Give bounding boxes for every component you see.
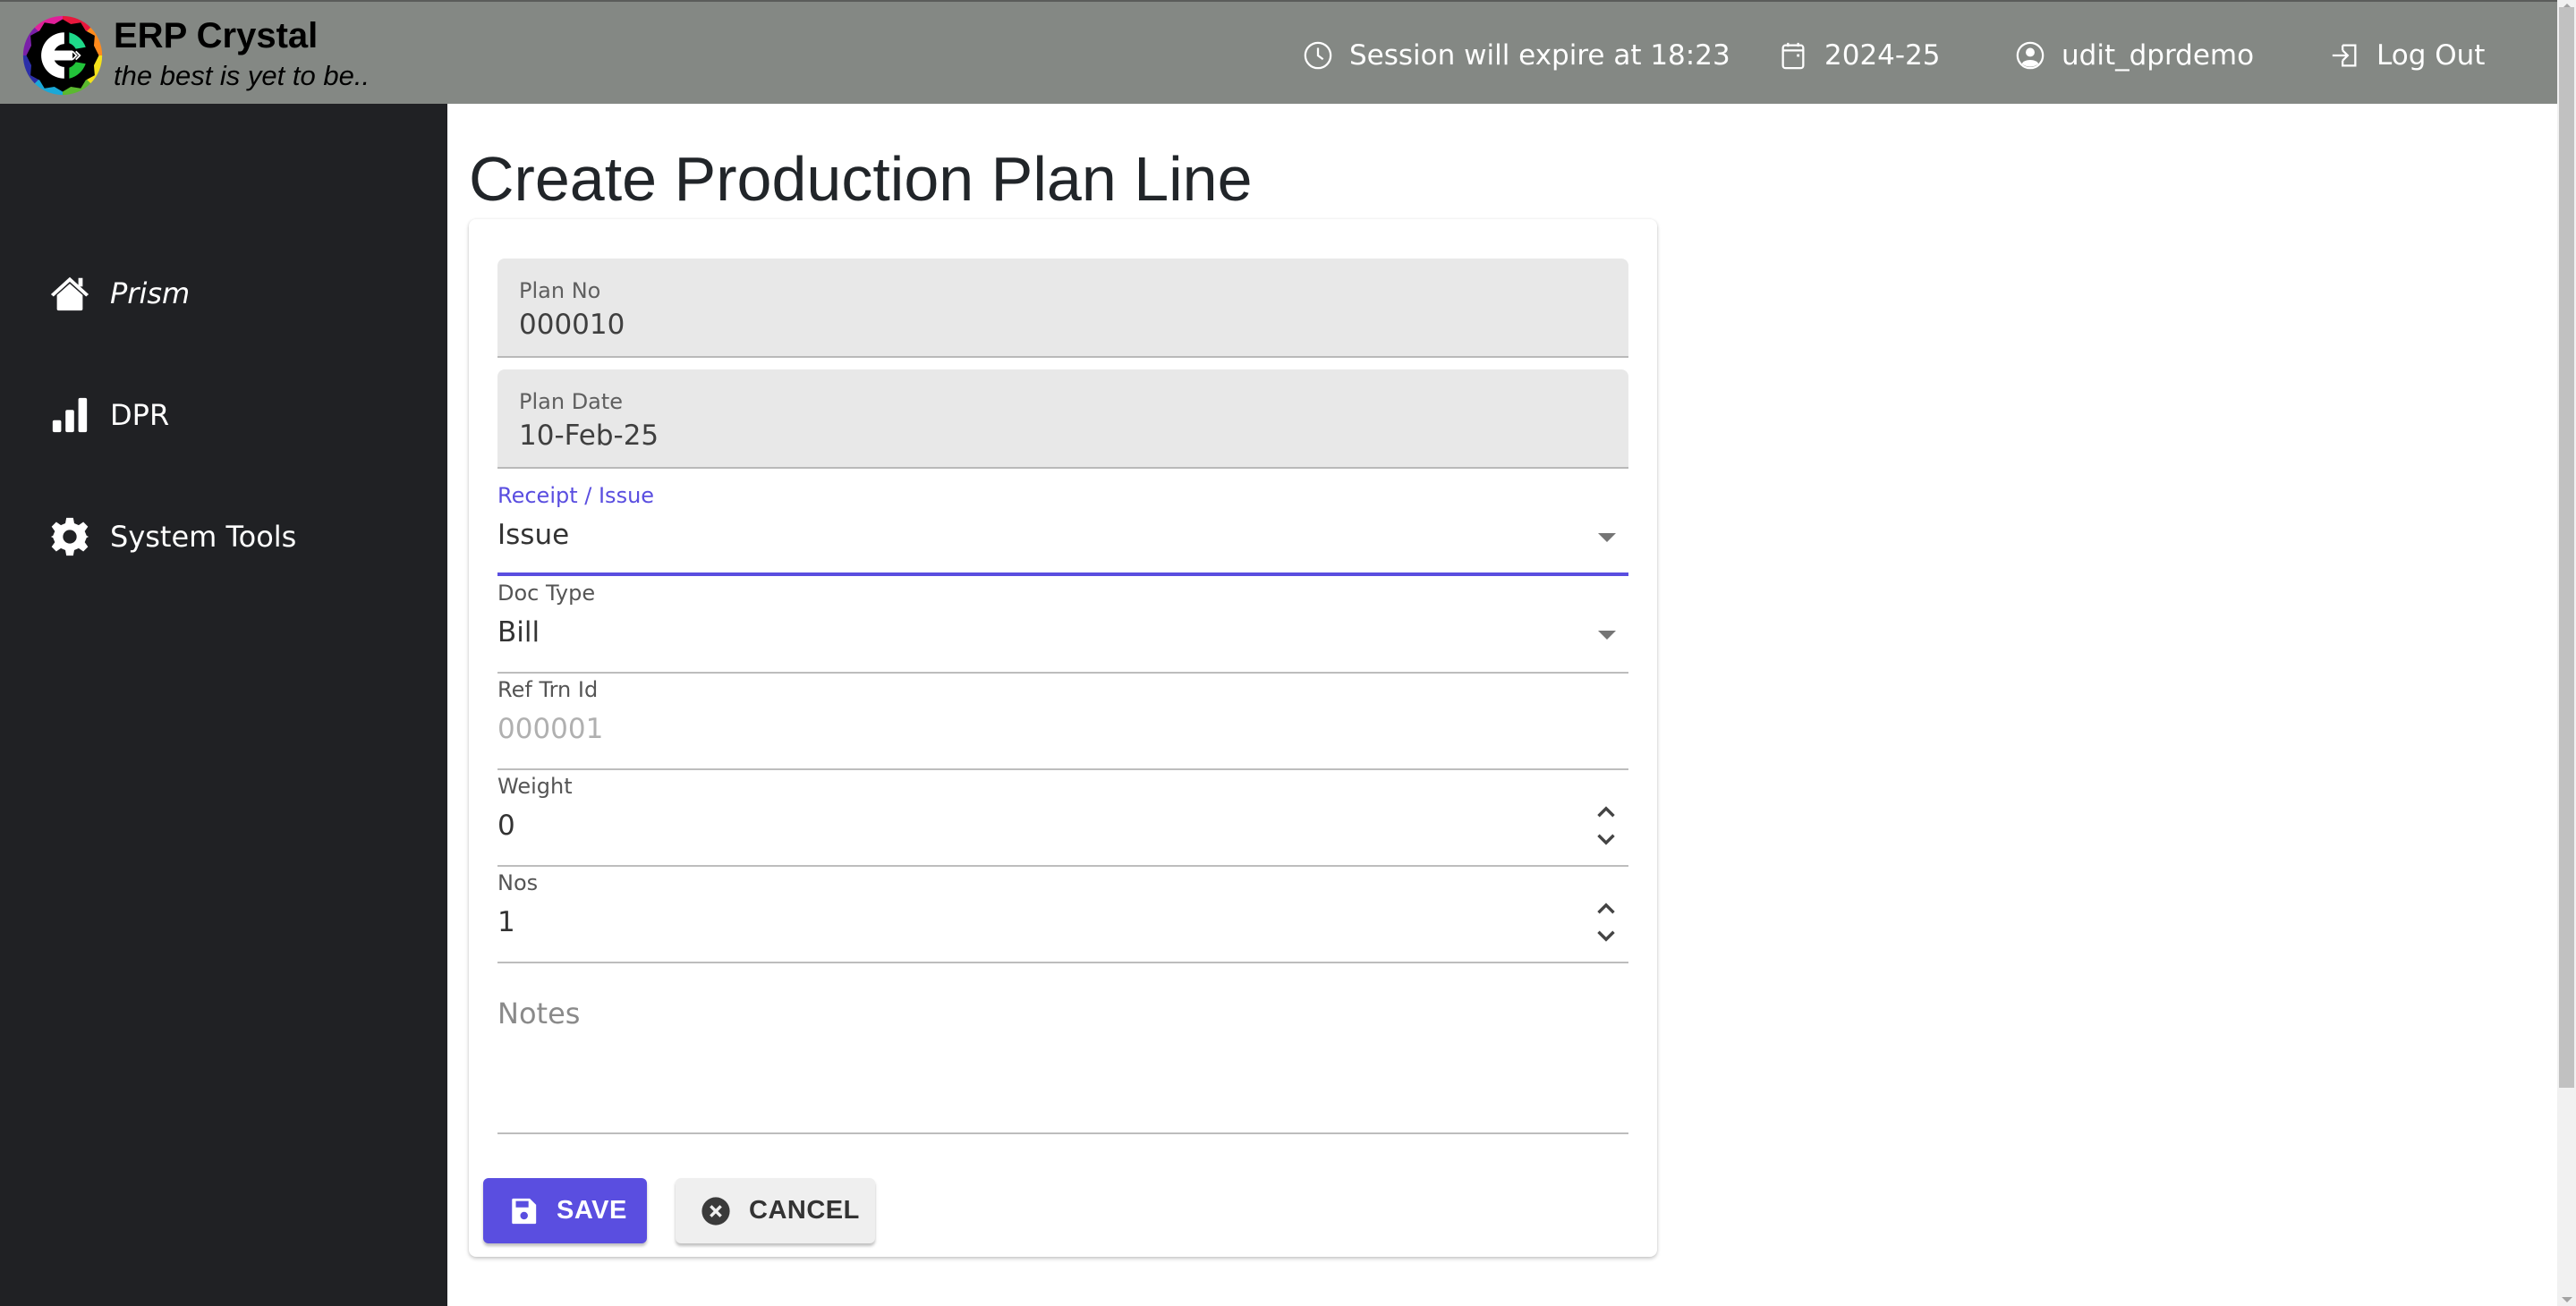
sidebar-nav: Prism DPR System Tools (0, 104, 447, 1306)
dropdown-arrow-icon[interactable] (1598, 631, 1616, 640)
logout-label: Log Out (2376, 39, 2486, 72)
notes-textarea[interactable]: Notes (497, 955, 1628, 1134)
sidebar-item-label: DPR (110, 398, 170, 432)
cancel-button[interactable]: CANCEL (676, 1178, 875, 1243)
user-profile[interactable]: udit_dprdemo (2015, 36, 2254, 75)
chevron-down-icon[interactable] (1591, 826, 1621, 852)
session-expiry: Session will expire at 18:23 (1303, 36, 1730, 75)
plan-date-label: Plan Date (519, 389, 624, 414)
weight-stepper[interactable] (1591, 799, 1621, 856)
session-expiry-text: Session will expire at 18:23 (1349, 39, 1730, 72)
notes-placeholder: Notes (497, 996, 581, 1030)
save-label: SAVE (557, 1196, 627, 1225)
weight-label: Weight (497, 774, 573, 799)
sidebar-item-prism[interactable]: Prism (49, 267, 190, 320)
weight-input[interactable]: Weight 0 (497, 772, 1628, 867)
chevron-up-icon[interactable] (1591, 799, 1621, 826)
production-plan-line-form: Plan No 000010 Plan Date 10-Feb-25 Recei… (469, 219, 1657, 1257)
chevron-down-icon[interactable] (1591, 922, 1621, 949)
scrollbar-thumb[interactable] (2559, 7, 2574, 1088)
cancel-label: CANCEL (749, 1196, 860, 1225)
brand-title: ERP Crystal (114, 16, 319, 55)
brand-tagline: the best is yet to be.. (114, 60, 370, 91)
user-circle-icon (2016, 41, 2045, 70)
sidebar-item-label: Prism (110, 276, 191, 310)
floppy-disk-icon (512, 1198, 537, 1224)
sidebar-item-system-tools[interactable]: System Tools (49, 510, 296, 564)
receipt-issue-value[interactable]: Issue (497, 519, 569, 551)
doc-type-select[interactable]: Doc Type Bill (497, 579, 1628, 674)
receipt-issue-select[interactable]: Receipt / Issue Issue (497, 481, 1628, 576)
gear-icon (50, 517, 89, 556)
dropdown-arrow-icon[interactable] (1598, 533, 1616, 542)
nos-label: Nos (497, 870, 539, 895)
plan-date-value: 10-Feb-25 (519, 420, 659, 452)
logout-button[interactable]: Log Out (2330, 36, 2485, 75)
bar-chart-icon (52, 397, 88, 433)
plan-no-label: Plan No (519, 278, 601, 303)
calendar-icon (1781, 42, 1805, 70)
scroll-down-arrow-icon[interactable] (2562, 1297, 2572, 1302)
financial-year-text: 2024-25 (1824, 39, 1941, 72)
receipt-issue-label: Receipt / Issue (497, 483, 655, 508)
nos-stepper[interactable] (1591, 895, 1621, 953)
doc-type-label: Doc Type (497, 581, 596, 606)
erp-crystal-logo-icon (22, 15, 103, 96)
plan-no-field: Plan No 000010 (497, 259, 1628, 358)
clock-icon (1304, 41, 1332, 70)
ref-trn-id-label: Ref Trn Id (497, 677, 599, 702)
sidebar-item-dpr[interactable]: DPR (49, 388, 169, 442)
logout-icon (2332, 44, 2357, 67)
sidebar-item-label: System Tools (110, 520, 297, 554)
financial-year[interactable]: 2024-25 (1778, 36, 1941, 75)
close-circle-icon (701, 1196, 730, 1225)
save-button[interactable]: SAVE (483, 1178, 647, 1243)
weight-value[interactable]: 0 (497, 810, 515, 842)
username-text: udit_dprdemo (2062, 39, 2255, 72)
home-icon (50, 276, 89, 311)
ref-trn-id-input[interactable]: Ref Trn Id 000001 (497, 675, 1628, 770)
plan-date-field: Plan Date 10-Feb-25 (497, 369, 1628, 469)
nos-value[interactable]: 1 (497, 906, 515, 938)
top-header: ERP Crystal the best is yet to be.. Sess… (0, 0, 2557, 104)
plan-no-value: 000010 (519, 309, 625, 341)
doc-type-value[interactable]: Bill (497, 616, 540, 649)
ref-trn-id-placeholder[interactable]: 000001 (497, 713, 603, 745)
page-scrollbar[interactable] (2557, 0, 2576, 1306)
page-title: Create Production Plan Line (469, 144, 1253, 214)
chevron-up-icon[interactable] (1591, 895, 1621, 922)
nos-input[interactable]: Nos 1 (497, 869, 1628, 963)
